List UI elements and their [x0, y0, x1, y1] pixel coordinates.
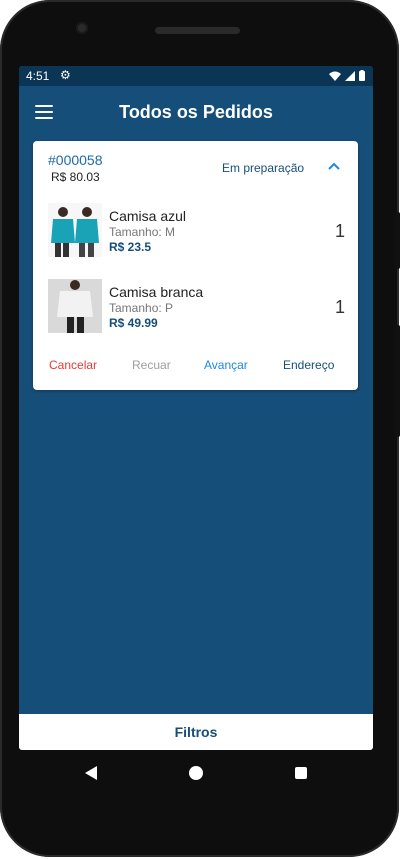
item-quantity: 1: [334, 221, 345, 241]
settings-gear-icon: ⚙: [60, 68, 71, 82]
nav-home-icon[interactable]: [189, 766, 203, 780]
order-item[interactable]: Camisa azul Tamanho: M R$ 23.5 1: [48, 203, 348, 259]
wifi-icon: [329, 71, 341, 81]
system-nav-bar: [19, 750, 373, 796]
order-total: R$ 80.03: [51, 170, 100, 184]
item-size: Tamanho: P: [109, 301, 174, 315]
power-button: [395, 212, 400, 269]
forward-button[interactable]: Avançar: [204, 358, 248, 372]
status-bar: 4:51 ⚙: [19, 66, 373, 86]
item-price: R$ 49.99: [109, 316, 158, 330]
earpiece-speaker: [155, 27, 240, 34]
order-card[interactable]: #000058 R$ 80.03 Em preparação Camisa az…: [33, 141, 358, 390]
status-time: 4:51: [26, 69, 50, 83]
address-button[interactable]: Endereço: [283, 358, 334, 372]
product-image-white-shirt: [48, 279, 102, 333]
blue-shirt-back: [75, 219, 99, 243]
status-icons: [329, 70, 365, 81]
item-size: Tamanho: M: [109, 225, 176, 239]
page-title: Todos os Pedidos: [119, 102, 273, 122]
item-name: Camisa branca: [109, 284, 204, 300]
front-camera: [76, 22, 88, 34]
order-item[interactable]: Camisa branca Tamanho: P R$ 49.99 1: [48, 279, 348, 335]
signal-icon: [345, 70, 355, 81]
item-price: R$ 23.5: [109, 240, 152, 254]
item-name: Camisa azul: [109, 208, 187, 224]
back-button[interactable]: Recuar: [132, 358, 171, 372]
blue-shirt-front: [51, 219, 75, 243]
order-id: #000058: [48, 152, 103, 168]
app-bar: Todos os Pedidos: [19, 86, 373, 140]
volume-button: [395, 325, 400, 437]
item-quantity: 1: [334, 297, 345, 317]
product-image-blue-shirt: [48, 203, 102, 257]
order-actions: Cancelar Recuar Avançar Endereço: [33, 358, 358, 378]
cancel-button[interactable]: Cancelar: [49, 358, 97, 372]
chevron-up-icon[interactable]: [327, 159, 341, 173]
battery-icon: [359, 70, 365, 81]
filters-button[interactable]: Filtros: [19, 714, 373, 750]
order-status[interactable]: Em preparação: [222, 161, 304, 175]
app-screen: 4:51 ⚙ Todos os Pedidos #000058 R$ 80.03…: [19, 66, 373, 750]
nav-back-icon[interactable]: [85, 766, 97, 780]
white-shirt: [57, 291, 93, 317]
nav-recents-icon[interactable]: [295, 767, 307, 779]
